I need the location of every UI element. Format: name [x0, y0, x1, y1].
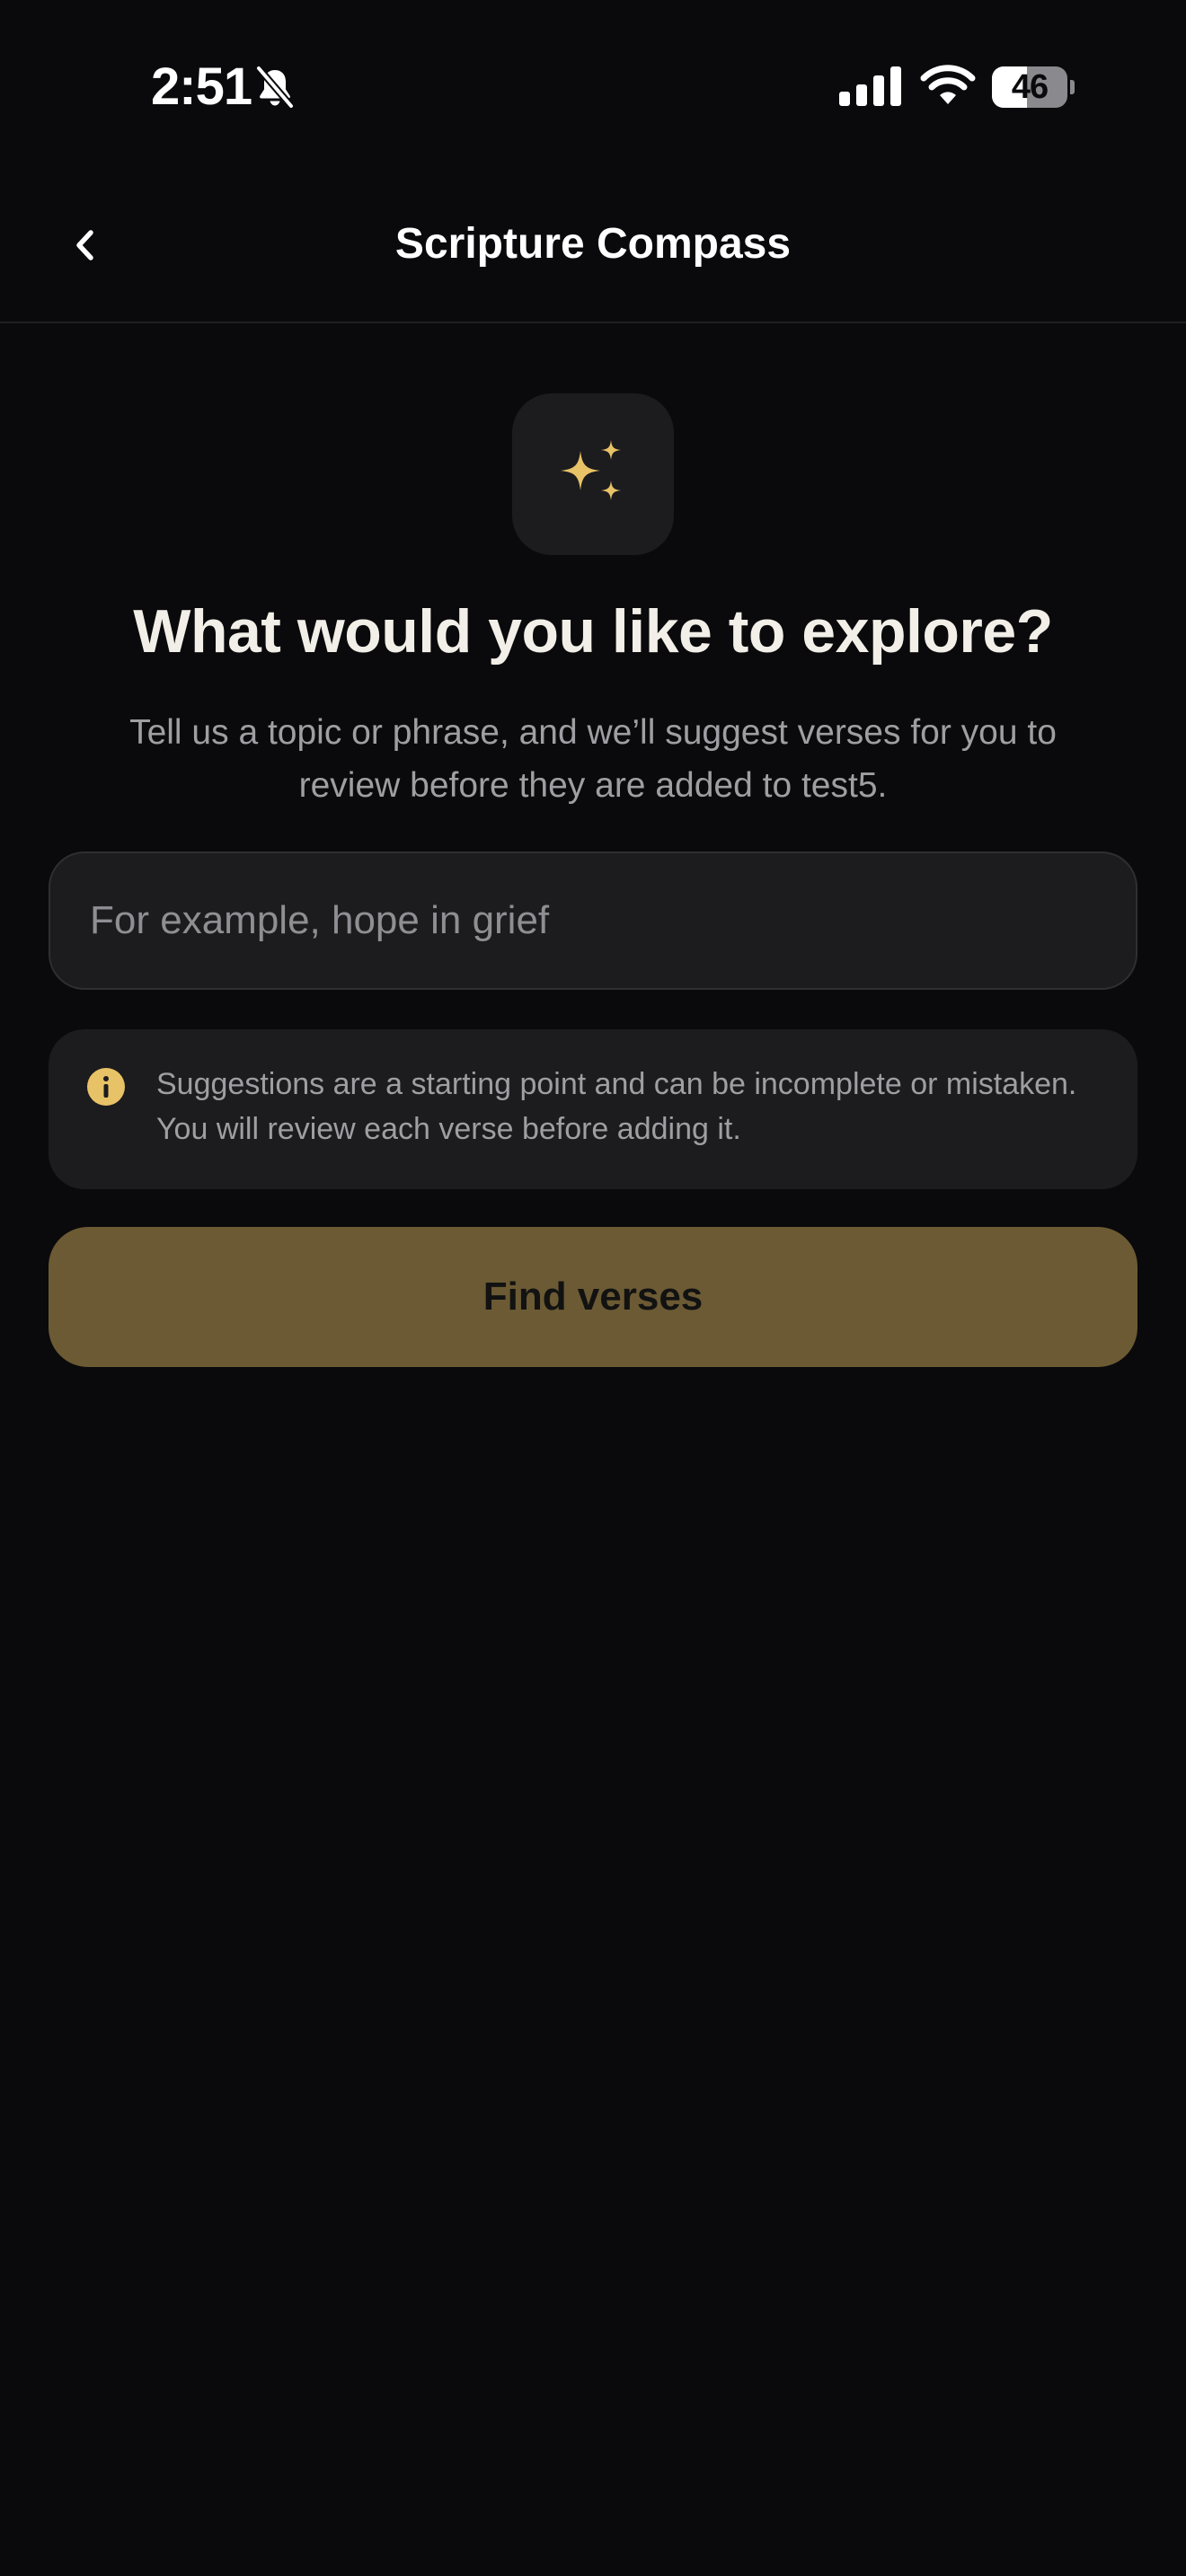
back-button[interactable] — [56, 216, 115, 275]
find-verses-button[interactable]: Find verses — [49, 1227, 1137, 1367]
disclaimer-text: Suggestions are a starting point and can… — [156, 1067, 1077, 1146]
sparkles-icon — [561, 440, 621, 500]
nav-bar: Scripture Compass — [0, 171, 1186, 323]
cellular-signal-icon — [839, 66, 901, 106]
battery-cap — [1070, 80, 1075, 94]
info-card: Suggestions are a starting point and can… — [49, 1029, 1137, 1189]
page-title: Scripture Compass — [394, 220, 792, 268]
status-time: 2:51 — [151, 57, 252, 116]
battery-level: 46 — [1011, 68, 1049, 106]
description-text: Tell us a topic or phrase, and we’ll sug… — [129, 713, 1057, 805]
status-bar: 2:51 46 — [0, 0, 1186, 171]
wifi-icon — [920, 65, 976, 104]
info-icon — [87, 1068, 125, 1106]
chevron-left-icon — [76, 230, 93, 260]
hero-icon-box — [512, 393, 674, 555]
bell-slash-icon — [255, 65, 295, 110]
battery-icon: 46 — [992, 66, 1075, 108]
topic-input[interactable] — [49, 851, 1137, 990]
battery-body: 46 — [992, 66, 1067, 108]
headline: What would you like to explore? — [133, 597, 1053, 666]
